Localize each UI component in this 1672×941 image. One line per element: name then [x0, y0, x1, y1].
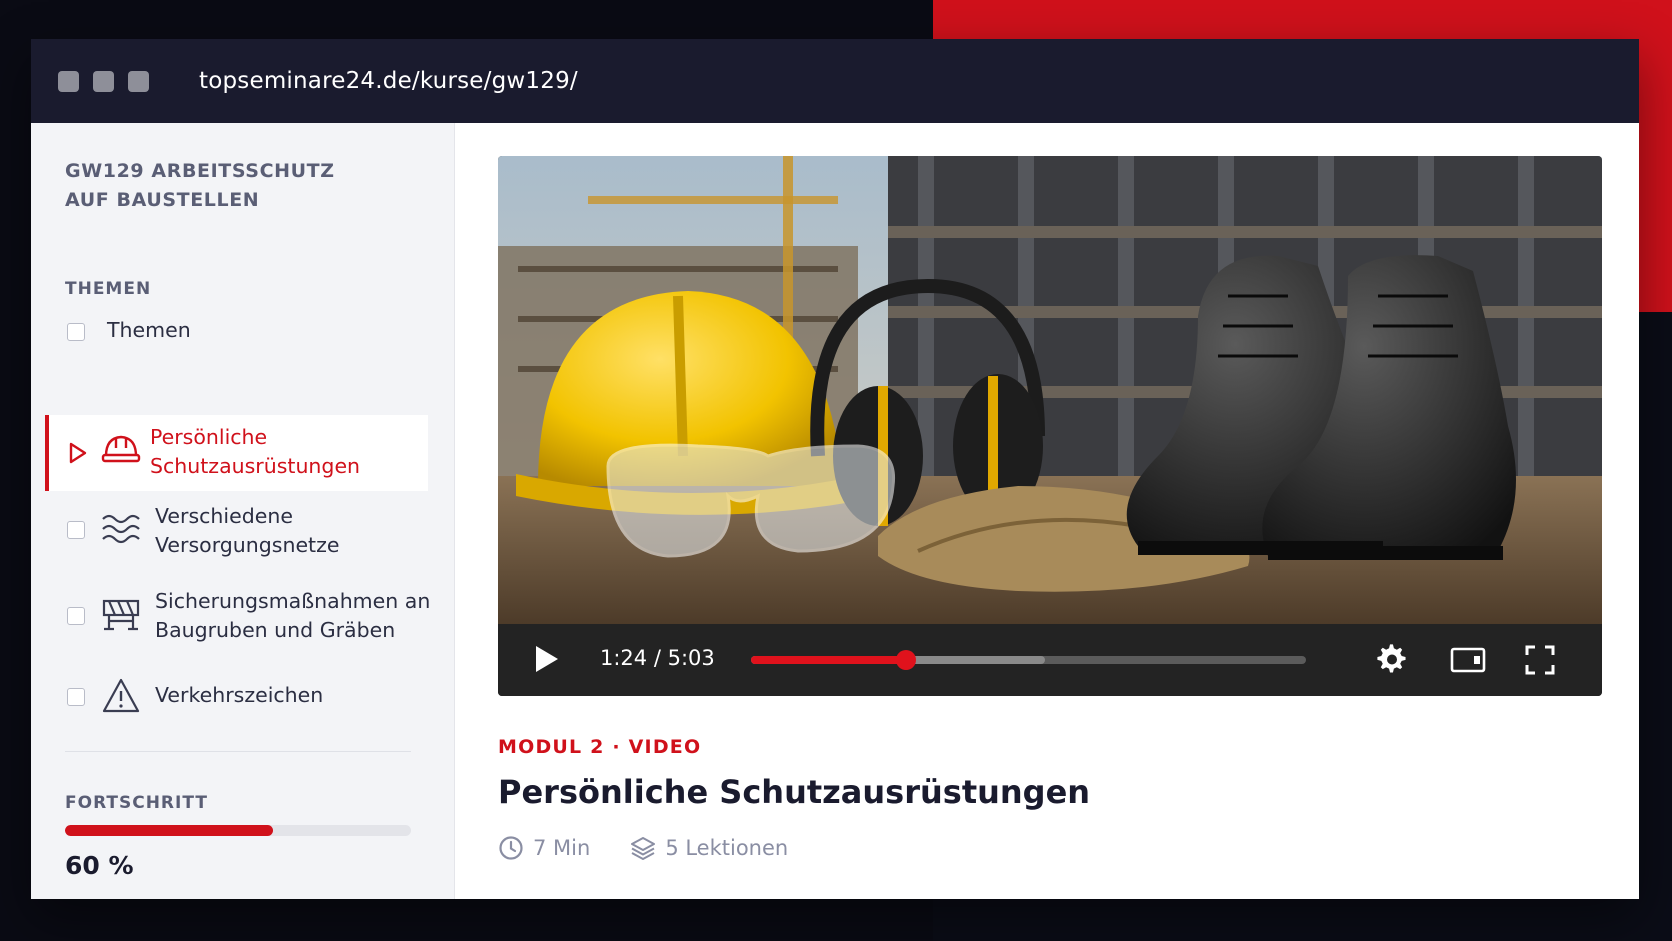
progress-value: 60 % — [65, 851, 134, 880]
window-controls — [58, 70, 149, 92]
video-seek-bar[interactable] — [751, 650, 1306, 670]
lesson-kicker: MODUL 2 · VIDEO — [498, 736, 702, 758]
lesson-count: 5 Lektionen — [630, 835, 788, 861]
sidebar-item-label: Themen — [107, 318, 191, 342]
video-player[interactable]: 1:24 / 5:03 — [498, 156, 1602, 696]
play-outline-icon — [69, 442, 87, 464]
sidebar-item-verkehrszeichen[interactable]: Verkehrszeichen — [31, 675, 431, 719]
play-icon[interactable] — [534, 644, 560, 674]
checkbox[interactable] — [67, 521, 85, 539]
video-time: 1:24 / 5:03 — [600, 646, 715, 670]
window-minimize-button[interactable] — [93, 70, 114, 92]
video-controls: 1:24 / 5:03 — [498, 624, 1602, 696]
course-sidebar: GW129 ARBEITSSCHUTZ AUF BAUSTELLEN THEME… — [31, 123, 455, 899]
lesson-count-text: 5 Lektionen — [665, 836, 789, 860]
fullscreen-icon[interactable] — [1524, 644, 1556, 676]
checkbox[interactable] — [67, 607, 85, 625]
waves-icon — [102, 514, 140, 544]
sidebar-item-label: Verschiedene Versorgungsnetze — [155, 504, 340, 557]
video-frame — [498, 156, 1602, 624]
lesson-meta: 7 Min 5 Lektionen — [498, 835, 788, 861]
lesson-title: Persönliche Schutzausrüstungen — [498, 773, 1091, 811]
sidebar-item-label: Verkehrszeichen — [155, 683, 324, 707]
progress-label: FORTSCHRITT — [65, 793, 208, 813]
browser-titlebar: topseminare24.de/kurse/gw129/ — [31, 39, 1639, 123]
settings-gear-icon[interactable] — [1376, 643, 1408, 675]
seek-thumb[interactable] — [896, 650, 917, 670]
lesson-duration-text: 7 Min — [533, 836, 591, 860]
clock-icon — [499, 836, 523, 860]
lesson-duration: 7 Min — [498, 835, 590, 861]
progress-bar — [65, 825, 411, 836]
barrier-icon — [102, 599, 140, 631]
sidebar-item-themen[interactable]: Themen — [31, 311, 431, 355]
warning-triangle-icon — [102, 678, 140, 713]
checkbox[interactable] — [67, 688, 85, 706]
browser-window: topseminare24.de/kurse/gw129/ GW129 ARBE… — [31, 39, 1639, 899]
address-bar[interactable]: topseminare24.de/kurse/gw129/ — [199, 68, 578, 94]
layers-icon — [631, 837, 656, 860]
hard-hat-icon — [101, 435, 141, 463]
progress-bar-fill — [65, 825, 273, 836]
course-title: GW129 ARBEITSSCHUTZ AUF BAUSTELLEN — [65, 160, 335, 211]
sidebar-item-label: Sicherungsmaßnahmen an Baugruben und Grä… — [155, 589, 431, 642]
window-close-button[interactable] — [58, 70, 79, 92]
window-maximize-button[interactable] — [128, 70, 149, 92]
seek-played — [751, 656, 907, 664]
main-content: 1:24 / 5:03 MODUL 2 · VIDEO Persönliche … — [455, 123, 1639, 899]
sidebar-item-label: Persönliche Schutzausrüstungen — [150, 425, 361, 478]
checkbox[interactable] — [67, 323, 85, 341]
theater-mode-icon[interactable] — [1450, 646, 1486, 674]
sidebar-item-sicherungsmassnahmen[interactable]: Sicherungsmaßnahmen an Baugruben und Grä… — [31, 581, 431, 647]
sidebar-item-versorgungsnetze[interactable]: Verschiedene Versorgungsnetze — [31, 497, 431, 563]
section-label: THEMEN — [65, 279, 152, 299]
sidebar-divider — [65, 751, 411, 752]
sidebar-item-persoenliche-schutzausruestungen[interactable]: Persönliche Schutzausrüstungen — [45, 415, 428, 491]
